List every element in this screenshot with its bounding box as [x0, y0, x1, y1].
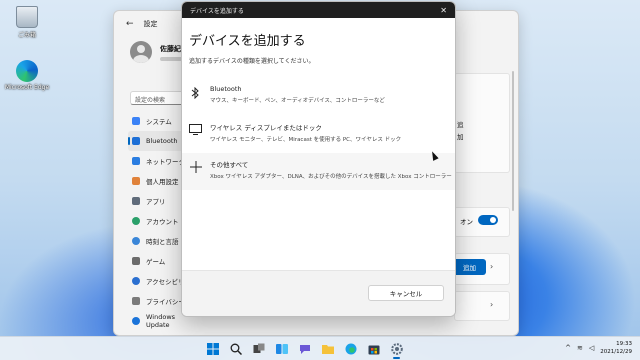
dialog-description: 追加するデバイスの種類を選択してください。	[189, 58, 315, 65]
cancel-button[interactable]: キャンセル	[368, 285, 444, 301]
close-icon[interactable]: ✕	[440, 6, 447, 15]
bluetooth-toggle[interactable]	[478, 215, 498, 225]
edge-icon[interactable]	[343, 341, 358, 356]
recycle-bin-icon	[16, 6, 38, 28]
shield-icon	[132, 297, 140, 305]
settings-titlebar: ← 設定	[126, 19, 158, 29]
nav-item-label: システム	[146, 118, 172, 126]
settings-title: 設定	[143, 20, 158, 28]
system-tray: ^ ≋ ◁ 19:33 2021/12/29	[565, 340, 632, 356]
chevron-up-icon[interactable]: ^	[565, 344, 571, 352]
taskbar-apps	[205, 341, 404, 359]
nav-item-label: ゲーム	[146, 258, 166, 266]
add-device-fragment: 追	[457, 121, 464, 129]
dialog-titlebar: デバイスを追加する ✕	[182, 2, 455, 18]
add-device-button-label: 追加	[463, 264, 476, 272]
option-everything-else[interactable]: その他すべて Xbox ワイヤレス アダプター、DLNA、およびその他のデバイス…	[182, 153, 455, 190]
accessibility-icon	[132, 277, 140, 285]
globe-clock-icon	[132, 237, 140, 245]
option-title: Bluetooth	[210, 85, 242, 93]
widgets-icon[interactable]	[274, 341, 289, 356]
account-icon	[132, 217, 140, 225]
search-icon[interactable]	[228, 341, 243, 356]
desktop-icon-label: ごみ箱	[17, 32, 36, 39]
task-view-icon[interactable]	[251, 341, 266, 356]
bluetooth-toggle-label: オン	[460, 218, 473, 226]
add-device-dialog: デバイスを追加する ✕ デバイスを追加する 追加するデバイスの種類を選択してくだ…	[181, 1, 456, 317]
monitor-icon	[189, 123, 202, 136]
nav-item-label: アカウント	[146, 218, 179, 226]
dialog-heading: デバイスを追加する	[189, 34, 306, 49]
add-device-fragment-2: 加	[457, 133, 464, 141]
clock[interactable]: 19:33 2021/12/29	[600, 340, 632, 356]
option-bluetooth[interactable]: Bluetooth マウス、キーボード、ペン、オーディオデバイス、コントローラー…	[182, 79, 455, 116]
bluetooth-icon	[189, 86, 202, 99]
option-wireless-display[interactable]: ワイヤレス ディスプレイまたはドック ワイヤレス モニター、テレビ、Miraca…	[182, 116, 455, 153]
apps-icon	[132, 197, 140, 205]
back-arrow-icon[interactable]: ←	[126, 19, 134, 29]
system-icon	[132, 117, 140, 125]
update-icon	[132, 317, 140, 325]
desktop-icon-recycle-bin[interactable]: ごみ箱	[2, 6, 52, 39]
clock-time: 19:33	[616, 341, 632, 347]
clock-date: 2021/12/29	[600, 349, 632, 355]
network-icon	[132, 157, 140, 165]
start-icon[interactable]	[205, 341, 220, 356]
option-subtitle: ワイヤレス モニター、テレビ、Miracast を使用する PC、ワイヤレス ド…	[210, 137, 402, 143]
volume-icon[interactable]: ◁	[589, 344, 594, 352]
wifi-icon[interactable]: ≋	[577, 344, 583, 352]
nav-item-label: ネットワーク	[146, 158, 185, 166]
bluetooth-icon	[132, 137, 140, 145]
nav-item-label: アプリ	[146, 198, 166, 206]
settings-scrollbar[interactable]	[512, 71, 514, 211]
dialog-footer: キャンセル	[182, 270, 455, 316]
more-card	[454, 291, 510, 321]
avatar	[130, 41, 152, 63]
nav-item-label: 時刻と言語	[146, 238, 179, 246]
chevron-right-icon[interactable]: ›	[490, 300, 493, 309]
nav-item-label: 個人用設定	[146, 178, 179, 186]
nav-item-label: アクセシビリ	[146, 278, 185, 286]
desktop-icon-edge[interactable]: Microsoft Edge	[2, 60, 52, 91]
option-title: ワイヤレス ディスプレイまたはドック	[210, 124, 322, 132]
option-subtitle: Xbox ワイヤレス アダプター、DLNA、およびその他のデバイスを搭載した X…	[210, 174, 452, 180]
dialog-titlebar-text: デバイスを追加する	[190, 7, 244, 15]
chat-icon[interactable]	[297, 341, 312, 356]
desktop-icon-label: Microsoft Edge	[4, 84, 50, 91]
nav-item-label: プライバシー	[146, 298, 185, 306]
chevron-right-icon[interactable]: ›	[490, 262, 493, 271]
taskbar: ^ ≋ ◁ 19:33 2021/12/29	[0, 336, 640, 360]
file-explorer-icon[interactable]	[320, 341, 335, 356]
gamepad-icon	[132, 257, 140, 265]
plus-icon	[189, 160, 202, 173]
brush-icon	[132, 177, 140, 185]
nav-item-label: Bluetooth	[146, 137, 178, 145]
settings-icon[interactable]	[389, 341, 404, 359]
store-icon[interactable]	[366, 341, 381, 356]
device-type-list: Bluetooth マウス、キーボード、ペン、オーディオデバイス、コントローラー…	[182, 79, 455, 190]
option-subtitle: マウス、キーボード、ペン、オーディオデバイス、コントローラーなど	[210, 98, 385, 104]
edge-icon	[16, 60, 38, 82]
option-title: その他すべて	[210, 161, 249, 169]
